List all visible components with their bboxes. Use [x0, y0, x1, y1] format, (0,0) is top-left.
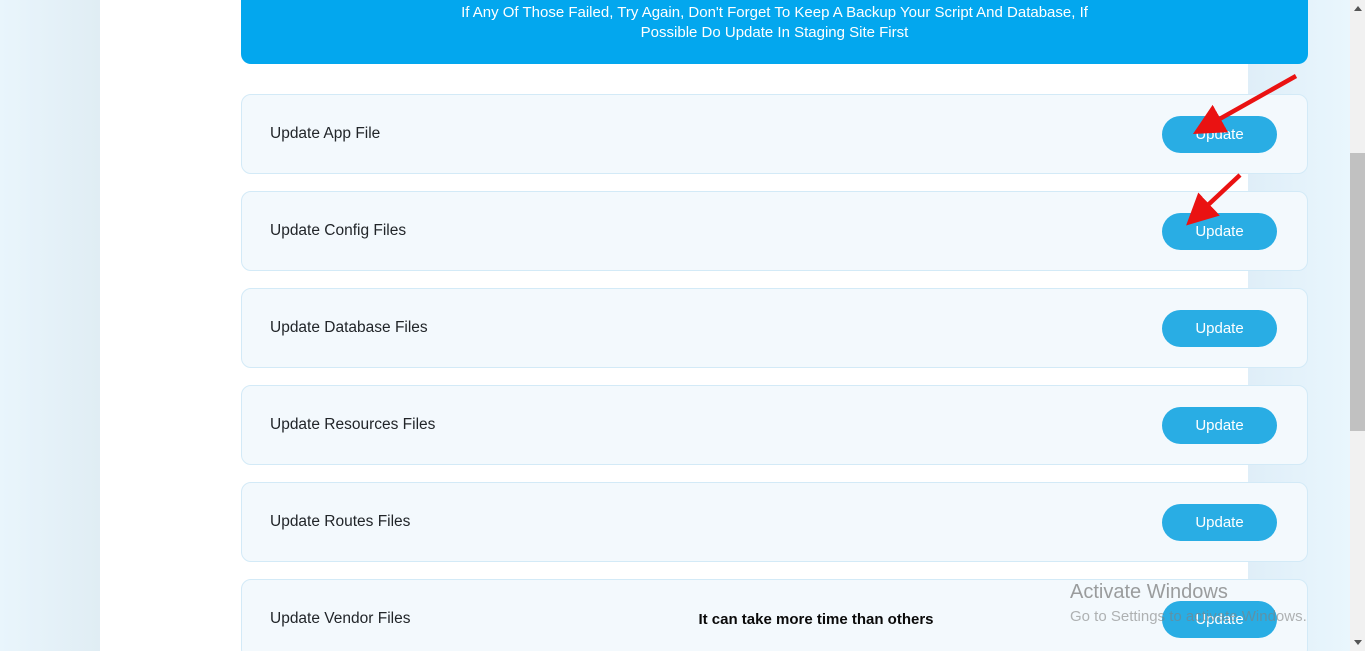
card-label: Update Database Files	[270, 319, 470, 337]
card-update-database-files: Update Database Files Update	[241, 288, 1308, 368]
banner-text-line2: Possible Do Update In Staging Site First	[241, 23, 1308, 43]
update-database-files-button[interactable]: Update	[1162, 310, 1277, 347]
card-update-config-files: Update Config Files Update	[241, 191, 1308, 271]
card-label: Update Resources Files	[270, 416, 470, 434]
update-config-files-button[interactable]: Update	[1162, 213, 1277, 250]
card-update-routes-files: Update Routes Files Update	[241, 482, 1308, 562]
update-app-file-button[interactable]: Update	[1162, 116, 1277, 153]
scroll-up-icon[interactable]	[1350, 0, 1365, 17]
banner-text-line1: If Any Of Those Failed, Try Again, Don't…	[241, 3, 1308, 23]
update-routes-files-button[interactable]: Update	[1162, 504, 1277, 541]
backup-warning-banner: If Any Of Those Failed, Try Again, Don't…	[241, 0, 1308, 64]
scrollbar-thumb[interactable]	[1350, 153, 1365, 431]
main-content-area: If Any Of Those Failed, Try Again, Don't…	[100, 0, 1248, 651]
update-resources-files-button[interactable]: Update	[1162, 407, 1277, 444]
card-update-vendor-files: Update Vendor Files It can take more tim…	[241, 579, 1308, 651]
vertical-scrollbar[interactable]	[1350, 0, 1365, 651]
update-script-page: If Any Of Those Failed, Try Again, Don't…	[0, 0, 1365, 651]
card-update-app-file: Update App File Update	[241, 94, 1308, 174]
card-label: Update App File	[270, 125, 470, 143]
left-background-strip	[0, 0, 100, 651]
card-note: It can take more time than others	[470, 611, 1162, 628]
card-label: Update Vendor Files	[270, 610, 470, 628]
update-task-list: Update App File Update Update Config Fil…	[241, 94, 1308, 651]
card-label: Update Routes Files	[270, 513, 470, 531]
card-update-resources-files: Update Resources Files Update	[241, 385, 1308, 465]
update-vendor-files-button[interactable]: Update	[1162, 601, 1277, 638]
card-label: Update Config Files	[270, 222, 470, 240]
scroll-down-icon[interactable]	[1350, 634, 1365, 651]
